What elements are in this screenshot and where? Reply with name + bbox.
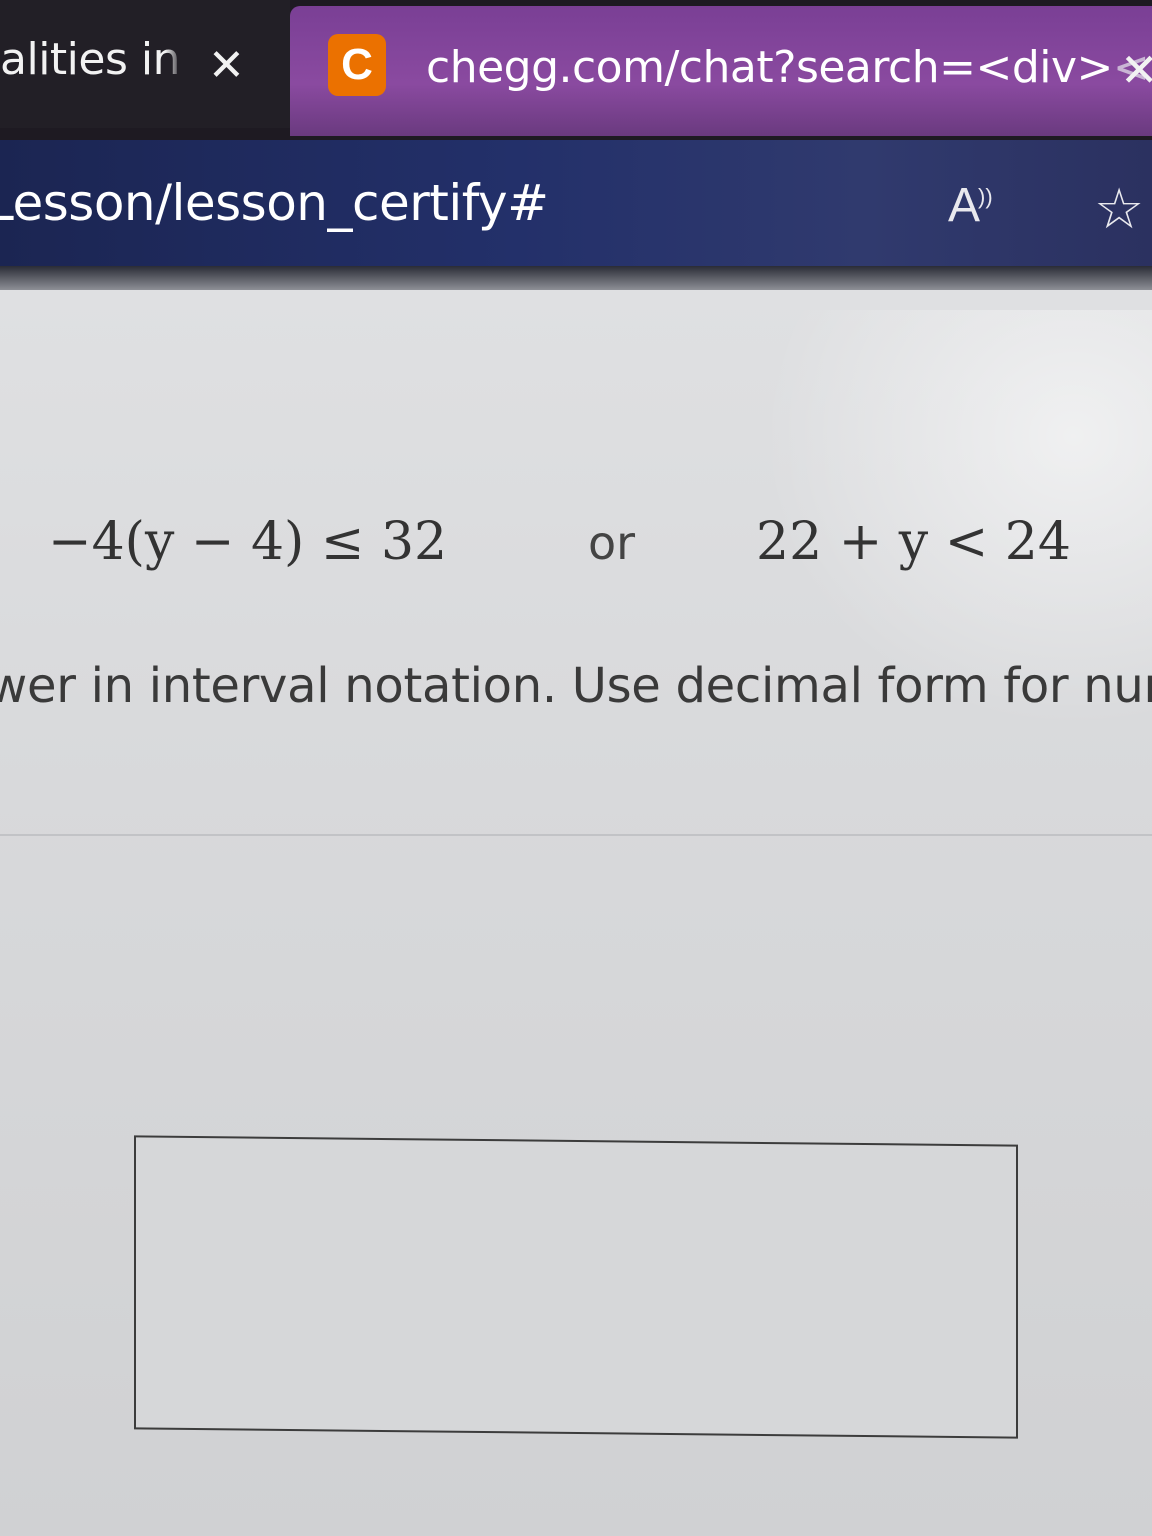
tab-inactive[interactable]: alities in ✕ [0, 0, 290, 128]
page-content: −4(y − 4) ≤ 32 or 22 + y < 24 wer in int… [0, 290, 1152, 1536]
instruction-text: wer in interval notation. Use decimal fo… [0, 658, 1152, 714]
address-bar[interactable]: Lesson/lesson_certify# A)) ☆ [0, 140, 1152, 280]
close-icon[interactable]: ✕ [1120, 44, 1152, 96]
connector-or: or [588, 516, 636, 570]
tab-active[interactable]: C chegg.com/chat?search=<div>< ✕ [290, 6, 1152, 136]
tab-title: chegg.com/chat?search=<div>< [426, 42, 1150, 93]
chegg-favicon-icon: C [328, 34, 386, 96]
read-aloud-waves: )) [978, 184, 993, 209]
inequality-2: 22 + y < 24 [756, 512, 1071, 572]
read-aloud-icon[interactable]: A)) [948, 178, 993, 233]
divider [0, 834, 1152, 836]
url-text[interactable]: Lesson/lesson_certify# [0, 174, 549, 232]
close-icon[interactable]: ✕ [208, 40, 245, 92]
tab-title-fade [165, 36, 183, 80]
favorite-star-icon[interactable]: ☆ [1094, 182, 1144, 238]
compound-inequality: −4(y − 4) ≤ 32 or 22 + y < 24 [0, 512, 1152, 592]
answer-input[interactable] [134, 1135, 1018, 1439]
tab-title: alities in [0, 34, 180, 85]
inequality-1: −4(y − 4) ≤ 32 [48, 512, 448, 572]
read-aloud-letter: A [948, 179, 981, 232]
browser-frame-edge [0, 266, 1152, 290]
tab-strip: alities in ✕ C chegg.com/chat?search=<di… [0, 0, 1152, 140]
tab-title-text: chegg.com/chat?search=<div> [426, 42, 1113, 93]
